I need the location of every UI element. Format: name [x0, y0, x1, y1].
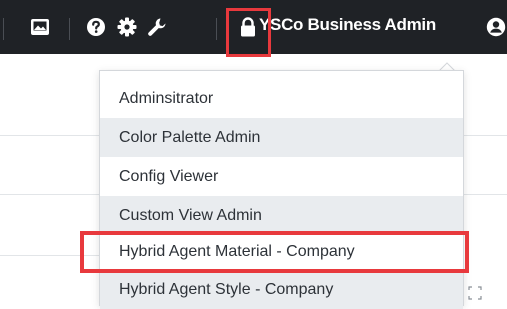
- menu-item-custom-view-admin[interactable]: Custom View Admin: [100, 196, 463, 235]
- menu-item-highlight: [80, 231, 469, 273]
- image-icon[interactable]: [30, 0, 50, 54]
- help-icon[interactable]: [86, 0, 106, 54]
- page-divider-4: [464, 194, 507, 195]
- page-divider-3: [0, 194, 99, 195]
- lock-icon-highlight: [226, 8, 271, 57]
- menu-item-color-palette-admin[interactable]: Color Palette Admin: [100, 118, 463, 157]
- menu-item-config-viewer[interactable]: Config Viewer: [100, 157, 463, 196]
- toolbar-divider: [69, 18, 70, 40]
- menu-item-administrator[interactable]: Adminsitrator: [100, 79, 463, 118]
- wrench-icon[interactable]: [147, 0, 167, 54]
- expand-icon[interactable]: [468, 286, 482, 300]
- toolbar-divider: [216, 18, 217, 40]
- menu-item-hybrid-agent-style[interactable]: Hybrid Agent Style - Company: [100, 270, 463, 309]
- user-account-icon[interactable]: [486, 0, 506, 54]
- toolbar-divider: [3, 18, 4, 40]
- page-divider-1: [0, 135, 99, 136]
- page-divider-2: [464, 135, 507, 136]
- account-name-label[interactable]: YSCo Business Admin: [259, 0, 436, 54]
- settings-gear-icon[interactable]: [117, 0, 137, 54]
